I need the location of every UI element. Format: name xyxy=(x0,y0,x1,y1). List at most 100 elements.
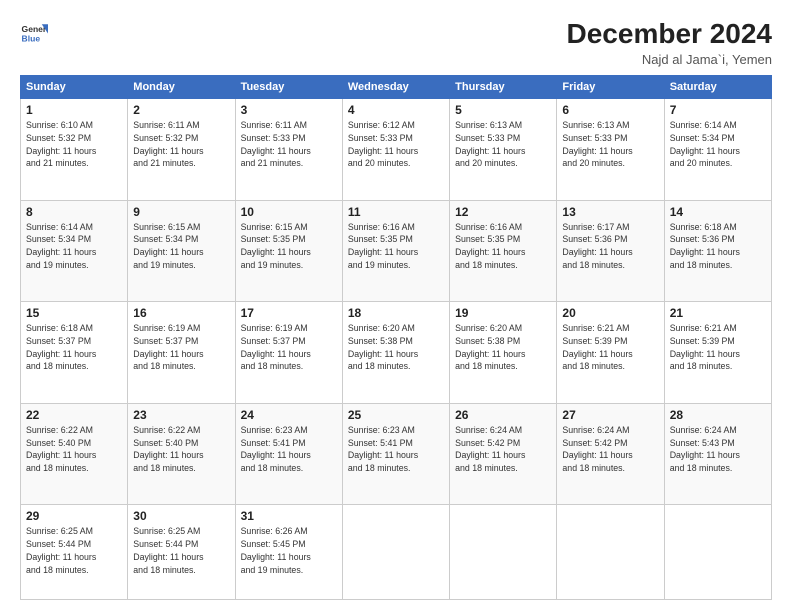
calendar-cell: 2Sunrise: 6:11 AM Sunset: 5:32 PM Daylig… xyxy=(128,99,235,201)
day-info: Sunrise: 6:21 AM Sunset: 5:39 PM Dayligh… xyxy=(562,322,658,373)
day-info: Sunrise: 6:13 AM Sunset: 5:33 PM Dayligh… xyxy=(455,119,551,170)
calendar-header-cell: Tuesday xyxy=(235,76,342,99)
day-number: 30 xyxy=(133,509,229,523)
day-number: 3 xyxy=(241,103,337,117)
day-number: 31 xyxy=(241,509,337,523)
day-info: Sunrise: 6:10 AM Sunset: 5:32 PM Dayligh… xyxy=(26,119,122,170)
day-info: Sunrise: 6:25 AM Sunset: 5:44 PM Dayligh… xyxy=(133,525,229,576)
day-number: 20 xyxy=(562,306,658,320)
calendar-header-cell: Friday xyxy=(557,76,664,99)
day-info: Sunrise: 6:14 AM Sunset: 5:34 PM Dayligh… xyxy=(670,119,766,170)
calendar-cell: 17 Sunrise: 6:19 AM Sunset: 5:37 PM Dayli… xyxy=(235,302,342,404)
calendar-header-cell: Wednesday xyxy=(342,76,449,99)
calendar-header-cell: Sunday xyxy=(21,76,128,99)
day-info: Sunrise: 6:18 AM Sunset: 5:36 PM Dayligh… xyxy=(670,221,766,272)
calendar-cell: 4 Sunrise: 6:12 AM Sunset: 5:33 PM Daylig… xyxy=(342,99,449,201)
main-title: December 2024 xyxy=(567,18,772,50)
day-number: 28 xyxy=(670,408,766,422)
day-info: Sunrise: 6:22 AM Sunset: 5:40 PM Dayligh… xyxy=(26,424,122,475)
calendar-cell xyxy=(342,505,449,600)
calendar-cell: 6 Sunrise: 6:13 AM Sunset: 5:33 PM Daylig… xyxy=(557,99,664,201)
day-info: Sunrise: 6:15 AM Sunset: 5:35 PM Dayligh… xyxy=(241,221,337,272)
calendar-cell: 28 Sunrise: 6:24 AM Sunset: 5:43 PM Dayli… xyxy=(664,403,771,505)
day-number: 7 xyxy=(670,103,766,117)
day-info: Sunrise: 6:23 AM Sunset: 5:41 PM Dayligh… xyxy=(348,424,444,475)
day-info: Sunrise: 6:20 AM Sunset: 5:38 PM Dayligh… xyxy=(455,322,551,373)
calendar-header-cell: Thursday xyxy=(450,76,557,99)
calendar-header-cell: Saturday xyxy=(664,76,771,99)
day-number: 10 xyxy=(241,205,337,219)
calendar-cell: 9 Sunrise: 6:15 AM Sunset: 5:34 PM Daylig… xyxy=(128,200,235,302)
day-number: 6 xyxy=(562,103,658,117)
calendar-cell: 24Sunrise: 6:23 AM Sunset: 5:41 PM Dayli… xyxy=(235,403,342,505)
calendar-cell: 20 Sunrise: 6:21 AM Sunset: 5:39 PM Dayli… xyxy=(557,302,664,404)
day-number: 15 xyxy=(26,306,122,320)
day-number: 17 xyxy=(241,306,337,320)
calendar-header-cell: Monday xyxy=(128,76,235,99)
day-info: Sunrise: 6:17 AM Sunset: 5:36 PM Dayligh… xyxy=(562,221,658,272)
calendar-cell: 23Sunrise: 6:22 AM Sunset: 5:40 PM Dayli… xyxy=(128,403,235,505)
calendar-cell: 14Sunrise: 6:18 AM Sunset: 5:36 PM Dayli… xyxy=(664,200,771,302)
day-number: 2 xyxy=(133,103,229,117)
logo: General Blue xyxy=(20,18,48,46)
day-info: Sunrise: 6:24 AM Sunset: 5:42 PM Dayligh… xyxy=(455,424,551,475)
title-block: December 2024 Najd al Jama`i, Yemen xyxy=(567,18,772,67)
logo-icon: General Blue xyxy=(20,18,48,46)
day-number: 13 xyxy=(562,205,658,219)
header: General Blue December 2024 Najd al Jama`… xyxy=(20,18,772,67)
calendar-cell xyxy=(664,505,771,600)
day-info: Sunrise: 6:23 AM Sunset: 5:41 PM Dayligh… xyxy=(241,424,337,475)
day-number: 4 xyxy=(348,103,444,117)
day-info: Sunrise: 6:19 AM Sunset: 5:37 PM Dayligh… xyxy=(133,322,229,373)
calendar-cell: 27 Sunrise: 6:24 AM Sunset: 5:42 PM Dayli… xyxy=(557,403,664,505)
calendar-cell: 12Sunrise: 6:16 AM Sunset: 5:35 PM Dayli… xyxy=(450,200,557,302)
calendar-cell: 18 Sunrise: 6:20 AM Sunset: 5:38 PM Dayli… xyxy=(342,302,449,404)
day-number: 11 xyxy=(348,205,444,219)
day-number: 21 xyxy=(670,306,766,320)
page: General Blue December 2024 Najd al Jama`… xyxy=(0,0,792,612)
calendar-cell: 21 Sunrise: 6:21 AM Sunset: 5:39 PM Dayli… xyxy=(664,302,771,404)
calendar-cell: 15 Sunrise: 6:18 AM Sunset: 5:37 PM Dayli… xyxy=(21,302,128,404)
day-info: Sunrise: 6:15 AM Sunset: 5:34 PM Dayligh… xyxy=(133,221,229,272)
calendar-cell: 1 Sunrise: 6:10 AM Sunset: 5:32 PM Daylig… xyxy=(21,99,128,201)
calendar-cell: 31 Sunrise: 6:26 AM Sunset: 5:45 PM Dayli… xyxy=(235,505,342,600)
day-number: 27 xyxy=(562,408,658,422)
calendar-cell: 19 Sunrise: 6:20 AM Sunset: 5:38 PM Dayli… xyxy=(450,302,557,404)
day-info: Sunrise: 6:24 AM Sunset: 5:43 PM Dayligh… xyxy=(670,424,766,475)
calendar-cell: 5Sunrise: 6:13 AM Sunset: 5:33 PM Daylig… xyxy=(450,99,557,201)
calendar-cell xyxy=(450,505,557,600)
day-info: Sunrise: 6:25 AM Sunset: 5:44 PM Dayligh… xyxy=(26,525,122,576)
day-number: 25 xyxy=(348,408,444,422)
day-info: Sunrise: 6:20 AM Sunset: 5:38 PM Dayligh… xyxy=(348,322,444,373)
day-info: Sunrise: 6:26 AM Sunset: 5:45 PM Dayligh… xyxy=(241,525,337,576)
day-number: 22 xyxy=(26,408,122,422)
day-info: Sunrise: 6:19 AM Sunset: 5:37 PM Dayligh… xyxy=(241,322,337,373)
day-number: 1 xyxy=(26,103,122,117)
calendar-cell xyxy=(557,505,664,600)
day-info: Sunrise: 6:11 AM Sunset: 5:33 PM Dayligh… xyxy=(241,119,337,170)
calendar-table: SundayMondayTuesdayWednesdayThursdayFrid… xyxy=(20,75,772,600)
day-number: 23 xyxy=(133,408,229,422)
day-info: Sunrise: 6:12 AM Sunset: 5:33 PM Dayligh… xyxy=(348,119,444,170)
sub-title: Najd al Jama`i, Yemen xyxy=(567,52,772,67)
day-info: Sunrise: 6:21 AM Sunset: 5:39 PM Dayligh… xyxy=(670,322,766,373)
day-info: Sunrise: 6:14 AM Sunset: 5:34 PM Dayligh… xyxy=(26,221,122,272)
day-info: Sunrise: 6:13 AM Sunset: 5:33 PM Dayligh… xyxy=(562,119,658,170)
calendar-cell: 10 Sunrise: 6:15 AM Sunset: 5:35 PM Dayli… xyxy=(235,200,342,302)
day-number: 9 xyxy=(133,205,229,219)
day-number: 26 xyxy=(455,408,551,422)
day-info: Sunrise: 6:24 AM Sunset: 5:42 PM Dayligh… xyxy=(562,424,658,475)
day-number: 19 xyxy=(455,306,551,320)
day-number: 18 xyxy=(348,306,444,320)
day-number: 29 xyxy=(26,509,122,523)
day-number: 16 xyxy=(133,306,229,320)
calendar-cell: 7 Sunrise: 6:14 AM Sunset: 5:34 PM Daylig… xyxy=(664,99,771,201)
calendar-cell: 29 Sunrise: 6:25 AM Sunset: 5:44 PM Dayli… xyxy=(21,505,128,600)
calendar-cell: 8Sunrise: 6:14 AM Sunset: 5:34 PM Daylig… xyxy=(21,200,128,302)
calendar-header-row: SundayMondayTuesdayWednesdayThursdayFrid… xyxy=(21,76,772,99)
calendar-body: 1 Sunrise: 6:10 AM Sunset: 5:32 PM Daylig… xyxy=(21,99,772,600)
day-info: Sunrise: 6:18 AM Sunset: 5:37 PM Dayligh… xyxy=(26,322,122,373)
calendar-cell: 11Sunrise: 6:16 AM Sunset: 5:35 PM Dayli… xyxy=(342,200,449,302)
svg-text:Blue: Blue xyxy=(22,33,41,43)
calendar-cell: 26 Sunrise: 6:24 AM Sunset: 5:42 PM Dayli… xyxy=(450,403,557,505)
